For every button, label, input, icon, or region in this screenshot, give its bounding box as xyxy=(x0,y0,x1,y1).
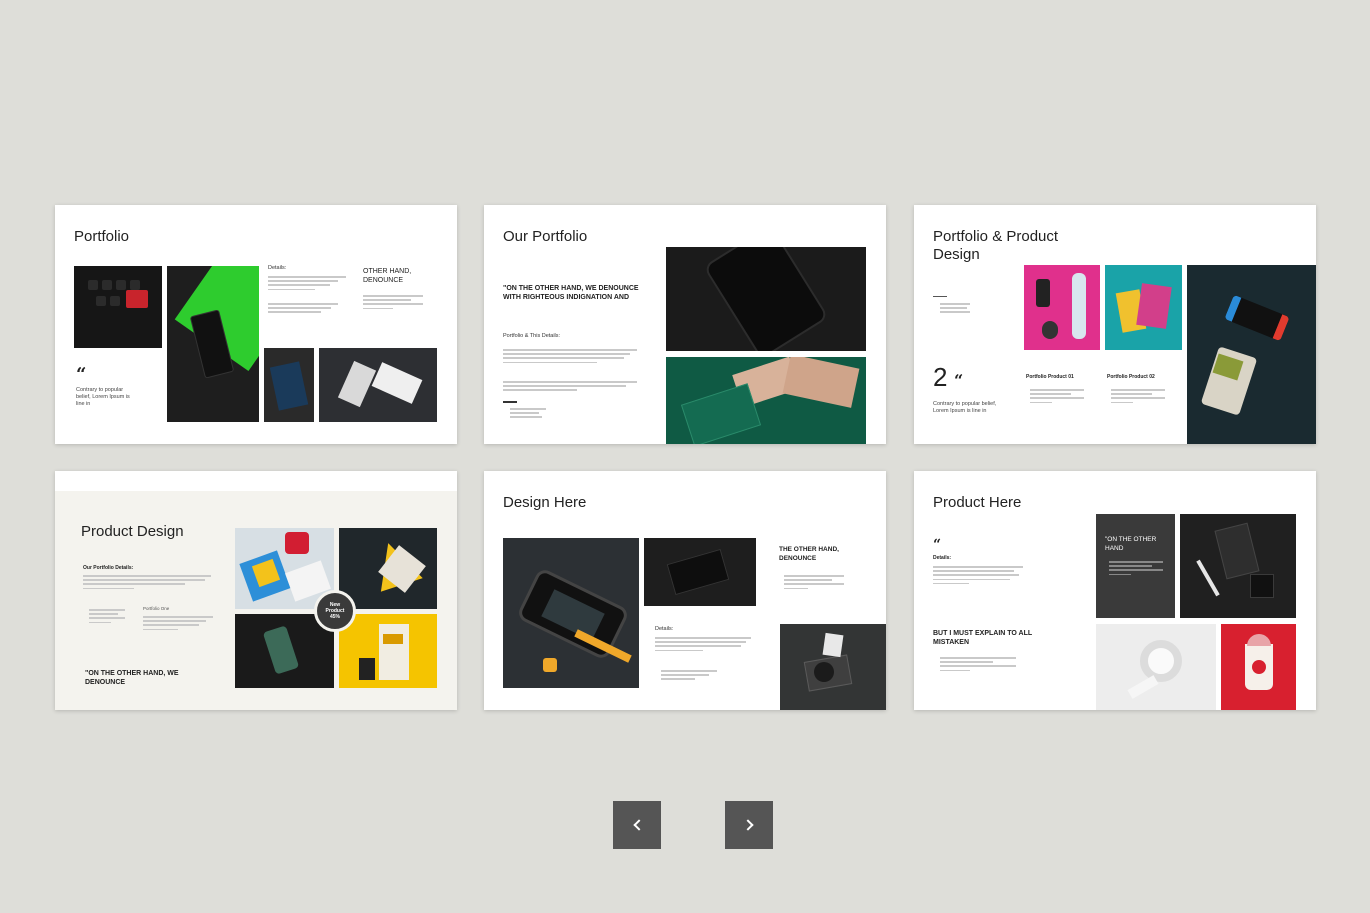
pink-products-image xyxy=(1024,265,1100,350)
quote-text: Contrary to popular belief, Lorem Ipsum … xyxy=(933,401,997,414)
geometric-card-image xyxy=(339,528,437,609)
bullet-lines xyxy=(363,295,423,312)
green-stationery-image xyxy=(666,357,866,444)
slide-our-portfolio[interactable]: Our Portfolio "ON THE OTHER HAND, WE DEN… xyxy=(484,205,886,444)
bullet-lines xyxy=(661,670,717,683)
product-heading-1: Portfolio Product 01 xyxy=(1026,374,1074,380)
bullet-lines xyxy=(940,657,1016,674)
quote-heading: "ON THE OTHER HAND, WE DENOUNCE WITH RIG… xyxy=(503,285,639,301)
yellow-packaging-image xyxy=(339,614,437,688)
divider xyxy=(503,401,517,403)
body-lines xyxy=(268,276,346,293)
black-stationery-image xyxy=(1180,514,1296,618)
keyboard-image xyxy=(74,266,162,348)
slide-title: Product Here xyxy=(933,494,1022,511)
quote-heading: "ON THE OTHER HAND, WE DENOUNCE xyxy=(85,670,179,686)
body-lines xyxy=(503,381,637,394)
slide-title: Product Design xyxy=(81,523,184,540)
number-two: 2 xyxy=(933,362,948,392)
details-label: Our Portfolio Details: xyxy=(83,565,134,571)
slide-product-design[interactable]: Product Design Our Portfolio Details: Po… xyxy=(55,471,457,710)
slide-title: Portfolio xyxy=(74,228,130,245)
body-lines xyxy=(268,303,338,316)
details-label: Details: xyxy=(268,265,287,271)
gaming-image xyxy=(1187,265,1316,444)
quote-text: Contrary to popular belief, Lorem Ipsum … xyxy=(76,387,130,407)
details-label: Details: xyxy=(655,626,674,632)
slide-title: Design Here xyxy=(503,494,587,511)
chevron-right-icon xyxy=(741,819,754,831)
quote-icon: “ xyxy=(933,537,942,553)
dark-phone-image xyxy=(666,247,866,351)
badge-line-3: 45% xyxy=(329,614,340,620)
dark-quote-text: "ON THE OTHER HAND xyxy=(1105,536,1157,552)
quote-icon: “ xyxy=(76,364,87,385)
product-heading-2: Portfolio Product 02 xyxy=(1107,374,1155,380)
slide-portfolio[interactable]: Portfolio Details: OTHER HAND, DENOUNCE … xyxy=(55,205,457,444)
bullet-lines xyxy=(89,609,125,626)
slide-portfolio-product-design[interactable]: Portfolio & Product Design 2 “ Contrary … xyxy=(914,205,1316,444)
green-phone-image xyxy=(167,266,259,422)
red-cup-image xyxy=(1221,624,1296,710)
bullet-lines xyxy=(1109,561,1163,578)
tape-image xyxy=(1096,624,1216,710)
details-label: Details: xyxy=(933,555,952,561)
bullet-lines xyxy=(1030,389,1084,406)
body-lines xyxy=(933,566,1023,587)
bullet-lines xyxy=(1111,389,1165,406)
turntable-image xyxy=(780,624,886,710)
new-product-badge: New Product 45% xyxy=(314,590,356,632)
body-lines xyxy=(655,637,751,654)
divider xyxy=(933,296,947,297)
body-lines xyxy=(503,349,637,366)
teal-products-image xyxy=(1105,265,1182,350)
previous-button[interactable] xyxy=(613,801,661,849)
slide-title: Portfolio & Product Design xyxy=(933,228,1059,263)
chevron-left-icon xyxy=(632,819,645,831)
slide-top-band xyxy=(55,471,457,491)
phone-mockup-image xyxy=(503,538,639,688)
next-button[interactable] xyxy=(725,801,773,849)
bullet-lines xyxy=(510,408,546,421)
section-heading: BUT I MUST EXPLAIN TO ALL MISTAKEN xyxy=(933,630,1033,646)
section-heading: OTHER HAND, DENOUNCE xyxy=(363,268,412,284)
black-card-image xyxy=(644,538,756,606)
slide-product-here[interactable]: Product Here “ Details: BUT I MUST EXPLA… xyxy=(914,471,1316,710)
portfolio-one-label: Portfolio One xyxy=(143,606,170,611)
body-lines xyxy=(143,616,213,633)
bullet-lines xyxy=(784,575,844,592)
section-heading: THE OTHER HAND, DENOUNCE xyxy=(779,546,839,562)
quote-icon: “ xyxy=(954,371,964,390)
slide-title: Our Portfolio xyxy=(503,228,588,245)
body-lines xyxy=(83,575,211,592)
bullet-lines xyxy=(940,303,970,316)
details-label: Portfolio & This Details: xyxy=(503,333,561,339)
stationery-image xyxy=(319,348,437,422)
slide-design-here[interactable]: Design Here THE OTHER HAND, DENOUNCE Det… xyxy=(484,471,886,710)
dark-quote-panel: "ON THE OTHER HAND xyxy=(1096,514,1175,618)
card-image xyxy=(264,348,314,422)
